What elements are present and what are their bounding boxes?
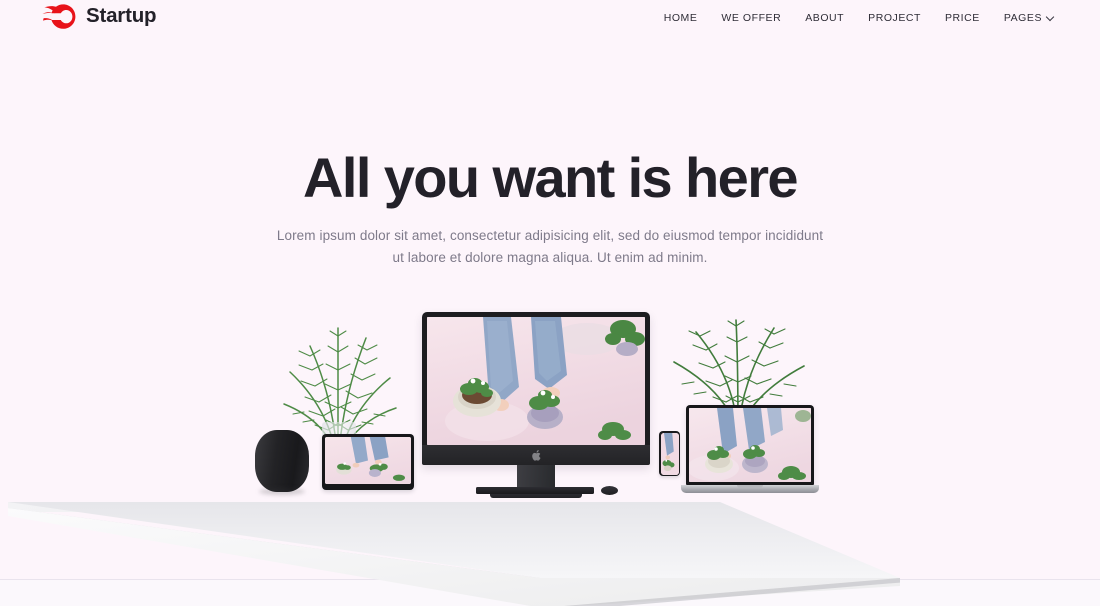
main-navigation: HOME WE OFFER ABOUT PROJECT PRICE PAGES <box>652 11 1066 26</box>
apple-logo-icon <box>531 449 540 461</box>
page-title: All you want is here <box>303 146 799 209</box>
chevron-down-icon <box>1047 14 1054 21</box>
macbook-base <box>681 485 819 493</box>
nav-label: PAGES <box>1003 12 1042 24</box>
hero-device-scene <box>0 300 1100 606</box>
nav-label: HOME <box>663 12 698 24</box>
nav-label: ABOUT <box>805 12 845 24</box>
macbook-notch <box>737 485 763 488</box>
nav-item-home[interactable]: HOME <box>652 11 710 26</box>
imac-screen <box>427 317 645 445</box>
nav-label: WE OFFER <box>721 12 782 24</box>
nav-item-we-offer[interactable]: WE OFFER <box>709 11 793 26</box>
ipad-tablet <box>322 434 414 490</box>
red-comet-flame-icon <box>41 3 77 30</box>
brand-logo-link[interactable]: Startup <box>41 3 157 30</box>
iphone-screen <box>660 432 679 475</box>
ipad-screen <box>325 437 411 484</box>
hero-subtitle-line-1: Lorem ipsum dolor sit amet, consectetur … <box>276 228 824 244</box>
nav-label: PROJECT <box>868 12 921 24</box>
nav-item-price[interactable]: PRICE <box>933 11 992 26</box>
desk-surface <box>0 486 907 606</box>
hero-subtitle-line-2: ut labore et dolore magna aliqua. Ut eni… <box>392 250 708 266</box>
site-header: Startup HOME WE OFFER ABOUT PROJECT PRIC… <box>0 0 1100 38</box>
nav-item-pages[interactable]: PAGES <box>992 11 1066 26</box>
landing-page: Startup HOME WE OFFER ABOUT PROJECT PRIC… <box>0 0 1100 606</box>
iphone <box>659 431 680 476</box>
macbook-screen <box>689 408 811 482</box>
nav-item-project[interactable]: PROJECT <box>856 11 933 26</box>
macbook-laptop <box>681 405 819 493</box>
imac-chin <box>422 445 650 465</box>
hero-subtitle: Lorem ipsum dolor sit amet, consectetur … <box>0 225 1100 269</box>
homepod-speaker <box>255 430 309 492</box>
brand-name: Startup <box>86 4 157 28</box>
keyboard <box>476 487 594 494</box>
imac-desktop <box>422 312 650 498</box>
hero-section: All you want is here Lorem ipsum dolor s… <box>0 148 1100 269</box>
nav-label: PRICE <box>945 12 980 24</box>
nav-item-about[interactable]: ABOUT <box>793 11 856 26</box>
mouse <box>601 486 618 495</box>
